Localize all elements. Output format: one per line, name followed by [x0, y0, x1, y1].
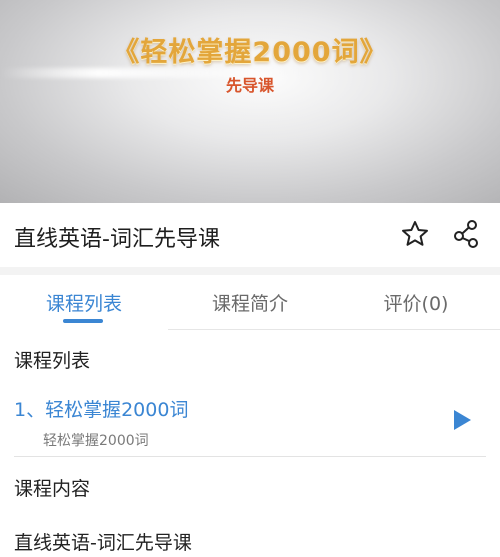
list-divider	[14, 456, 486, 457]
course-title: 直线英语-词汇先导课	[14, 227, 220, 252]
content-text: 直线英语-词汇先导课	[14, 532, 192, 554]
content-heading: 课程内容	[14, 478, 91, 500]
course-header: 直线英语-词汇先导课	[0, 203, 500, 267]
section-separator	[0, 267, 500, 275]
active-tab-indicator	[63, 319, 103, 323]
star-icon	[402, 221, 428, 246]
list-item[interactable]: 1、轻松掌握2000词 轻松掌握2000词	[0, 387, 500, 457]
video-title: 《轻松掌握2000词》	[112, 37, 388, 68]
lesson-subtitle: 轻松掌握2000词	[43, 433, 149, 449]
play-button[interactable]	[452, 409, 472, 431]
favorite-button[interactable]	[400, 219, 430, 249]
share-button[interactable]	[452, 219, 482, 249]
list-heading: 课程列表	[14, 350, 91, 372]
tab-course-intro[interactable]: 课程简介	[166, 289, 334, 316]
tab-reviews[interactable]: 评价(0)	[332, 289, 500, 316]
lesson-title[interactable]: 1、轻松掌握2000词	[14, 395, 188, 422]
share-icon	[454, 220, 478, 248]
tab-bar: 课程列表 课程简介 评价(0)	[0, 275, 500, 330]
play-icon	[454, 410, 471, 430]
tab-course-list[interactable]: 课程列表	[0, 289, 168, 316]
tab-divider	[168, 329, 500, 330]
video-subtitle: 先导课	[225, 76, 274, 95]
video-player[interactable]: 《轻松掌握2000词》 先导课	[0, 0, 500, 203]
